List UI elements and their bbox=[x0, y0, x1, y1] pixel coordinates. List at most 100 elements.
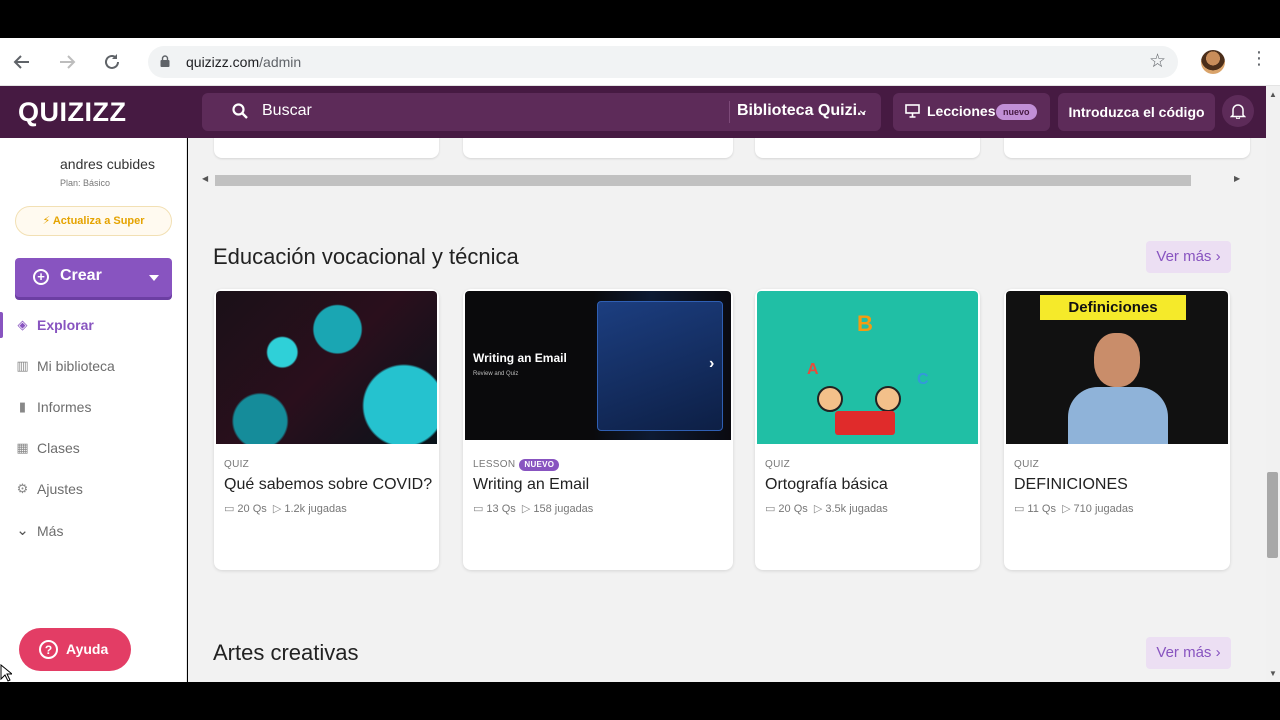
lesson-card[interactable]: Writing an Email Review and Quiz › LESSO… bbox=[463, 289, 733, 570]
card-meta: ▭ 20 Qs ▷ 1.2k jugadas bbox=[224, 502, 347, 515]
explore-icon: ◈ bbox=[17, 317, 28, 332]
section-title: Artes creativas bbox=[213, 640, 359, 665]
main-content: ◀ ▶ Educación vocacional y técnica Ver m… bbox=[188, 138, 1266, 682]
gear-icon: ⚙ bbox=[16, 481, 29, 496]
quiz-card[interactable]: Definiciones QUIZ DEFINICIONES ▭ 11 Qs ▷ 7… bbox=[1004, 289, 1230, 570]
forward-arrow-icon[interactable] bbox=[55, 50, 79, 74]
create-label: Crear bbox=[60, 267, 102, 284]
card-title: Writing an Email bbox=[473, 476, 590, 493]
sidebar-item-explorar[interactable]: ◈ Explorar bbox=[0, 310, 186, 340]
play-icon: ▷ bbox=[272, 503, 282, 515]
questions-icon: ▭ bbox=[473, 503, 484, 515]
book-illustration bbox=[835, 411, 895, 435]
covid-thumbnail bbox=[216, 291, 437, 444]
profile-avatar[interactable] bbox=[1201, 50, 1225, 74]
address-bar[interactable]: quizizz.com/admin ☆ bbox=[148, 46, 1178, 78]
child-illustration bbox=[875, 386, 901, 412]
child-illustration bbox=[817, 386, 843, 412]
card-questions: 13 Qs bbox=[486, 503, 516, 515]
thumb-subtitle: Review and Quiz bbox=[473, 371, 519, 377]
star-icon[interactable]: ☆ bbox=[1149, 50, 1166, 73]
presentation-icon bbox=[905, 104, 920, 118]
library-icon: ▥ bbox=[16, 358, 29, 373]
sidebar-item-label: Más bbox=[37, 523, 64, 539]
sidebar-item-label: Informes bbox=[37, 399, 92, 415]
upgrade-label: Actualiza a Super bbox=[52, 215, 145, 227]
scroll-left-icon[interactable]: ◀ bbox=[202, 174, 208, 183]
search-bar[interactable]: Buscar Biblioteca Quizi... ⌄ bbox=[202, 93, 881, 131]
bell-icon bbox=[1230, 104, 1246, 119]
sidebar-item-ajustes[interactable]: ⚙ Ajustes bbox=[0, 474, 186, 504]
see-more-label: Ver más bbox=[1156, 644, 1212, 661]
card-type: LESSON NUEVO bbox=[473, 459, 560, 471]
sidebar-item-clases[interactable]: ▦ Clases bbox=[0, 433, 186, 463]
sidebar-item-label: Mi biblioteca bbox=[37, 358, 115, 374]
quizizz-logo[interactable]: QUIZIZZ bbox=[18, 97, 126, 128]
search-input[interactable]: Buscar bbox=[262, 102, 312, 120]
card-type-text: LESSON bbox=[473, 459, 516, 470]
previous-row-card[interactable] bbox=[214, 138, 439, 158]
questions-icon: ▭ bbox=[1014, 503, 1025, 515]
quiz-card[interactable]: QUIZ Qué sabemos sobre COVID? ▭ 20 Qs ▷ 1.… bbox=[214, 289, 439, 570]
sidebar-item-mas[interactable]: ⌄ Más bbox=[0, 516, 186, 546]
definitions-thumbnail: Definiciones bbox=[1006, 291, 1228, 444]
user-name[interactable]: andres cubides bbox=[60, 156, 155, 172]
scrollbar-thumb[interactable] bbox=[215, 175, 1191, 186]
enter-code-button[interactable]: Introduzca el código bbox=[1058, 93, 1215, 131]
previous-row-card[interactable] bbox=[755, 138, 980, 158]
see-more-label: Ver más bbox=[1156, 248, 1212, 265]
horizontal-scrollbar[interactable]: ◀ ▶ bbox=[202, 174, 1242, 188]
card-meta: ▭ 20 Qs ▷ 3.5k jugadas bbox=[765, 502, 888, 515]
letter-b-illustration: B bbox=[857, 311, 873, 336]
classes-icon: ▦ bbox=[16, 440, 29, 455]
scroll-right-icon[interactable]: ▶ bbox=[1234, 174, 1240, 183]
reload-icon[interactable] bbox=[100, 50, 124, 74]
chevron-right-icon[interactable]: › bbox=[709, 355, 714, 373]
notifications-button[interactable] bbox=[1222, 95, 1254, 127]
url-text: quizizz.com/admin bbox=[186, 54, 301, 70]
sidebar-item-mi-biblioteca[interactable]: ▥ Mi biblioteca bbox=[0, 351, 186, 381]
scroll-down-icon[interactable]: ▼ bbox=[1269, 669, 1277, 678]
question-icon: ? bbox=[39, 640, 58, 659]
letterbox-top bbox=[0, 0, 1280, 38]
person-body-illustration bbox=[1068, 387, 1168, 444]
card-title: DEFINICIONES bbox=[1014, 476, 1128, 493]
lessons-button[interactable]: Lecciones nuevo bbox=[893, 93, 1050, 131]
sidebar-item-label: Ajustes bbox=[37, 481, 83, 497]
kebab-menu-icon[interactable]: ⋮ bbox=[1250, 48, 1268, 69]
help-button[interactable]: ? Ayuda bbox=[19, 628, 131, 671]
card-title: Qué sabemos sobre COVID? bbox=[224, 476, 433, 493]
play-icon: ▷ bbox=[813, 503, 823, 515]
user-plan: Plan: Básico bbox=[60, 178, 111, 188]
search-divider bbox=[729, 101, 730, 123]
see-more-button[interactable]: Ver más › bbox=[1146, 637, 1231, 669]
lessons-label: Lecciones bbox=[927, 103, 996, 119]
browser-toolbar: quizizz.com/admin ☆ ⋮ bbox=[0, 38, 1280, 86]
person-head-illustration bbox=[1094, 333, 1140, 387]
url-path: /admin bbox=[259, 54, 302, 70]
chevron-down-icon[interactable]: ⌄ bbox=[857, 101, 869, 118]
create-button[interactable]: + Crear bbox=[15, 258, 172, 297]
library-selector[interactable]: Biblioteca Quizi... bbox=[737, 102, 865, 120]
back-arrow-icon[interactable] bbox=[10, 50, 34, 74]
new-badge: nuevo bbox=[996, 104, 1037, 120]
questions-icon: ▭ bbox=[765, 503, 776, 515]
app-header: QUIZIZZ Buscar Biblioteca Quizi... ⌄ Lec… bbox=[0, 86, 1280, 138]
previous-row-card[interactable] bbox=[463, 138, 733, 158]
quiz-card[interactable]: B A C QUIZ Ortografía básica ▭ 20 Qs ▷ 3.5… bbox=[755, 289, 980, 570]
sidebar-item-informes[interactable]: ▮ Informes bbox=[0, 392, 186, 422]
help-label: Ayuda bbox=[66, 641, 109, 657]
mouse-cursor-icon bbox=[0, 664, 12, 682]
card-meta: ▭ 13 Qs ▷ 158 jugadas bbox=[473, 502, 593, 515]
see-more-button[interactable]: Ver más › bbox=[1146, 241, 1231, 273]
caret-down-icon[interactable] bbox=[149, 275, 159, 281]
upgrade-button[interactable]: ⚡ Actualiza a Super bbox=[15, 206, 172, 236]
lightning-icon: ⚡ bbox=[42, 215, 51, 227]
previous-row-card[interactable] bbox=[1004, 138, 1250, 158]
sidebar-item-label: Clases bbox=[37, 440, 80, 456]
vertical-scrollbar[interactable]: ▲ ▼ bbox=[1266, 86, 1280, 682]
scrollbar-thumb[interactable] bbox=[1267, 472, 1278, 558]
card-type: QUIZ bbox=[1014, 459, 1040, 470]
card-questions: 20 Qs bbox=[778, 503, 808, 515]
scroll-up-icon[interactable]: ▲ bbox=[1269, 90, 1277, 99]
